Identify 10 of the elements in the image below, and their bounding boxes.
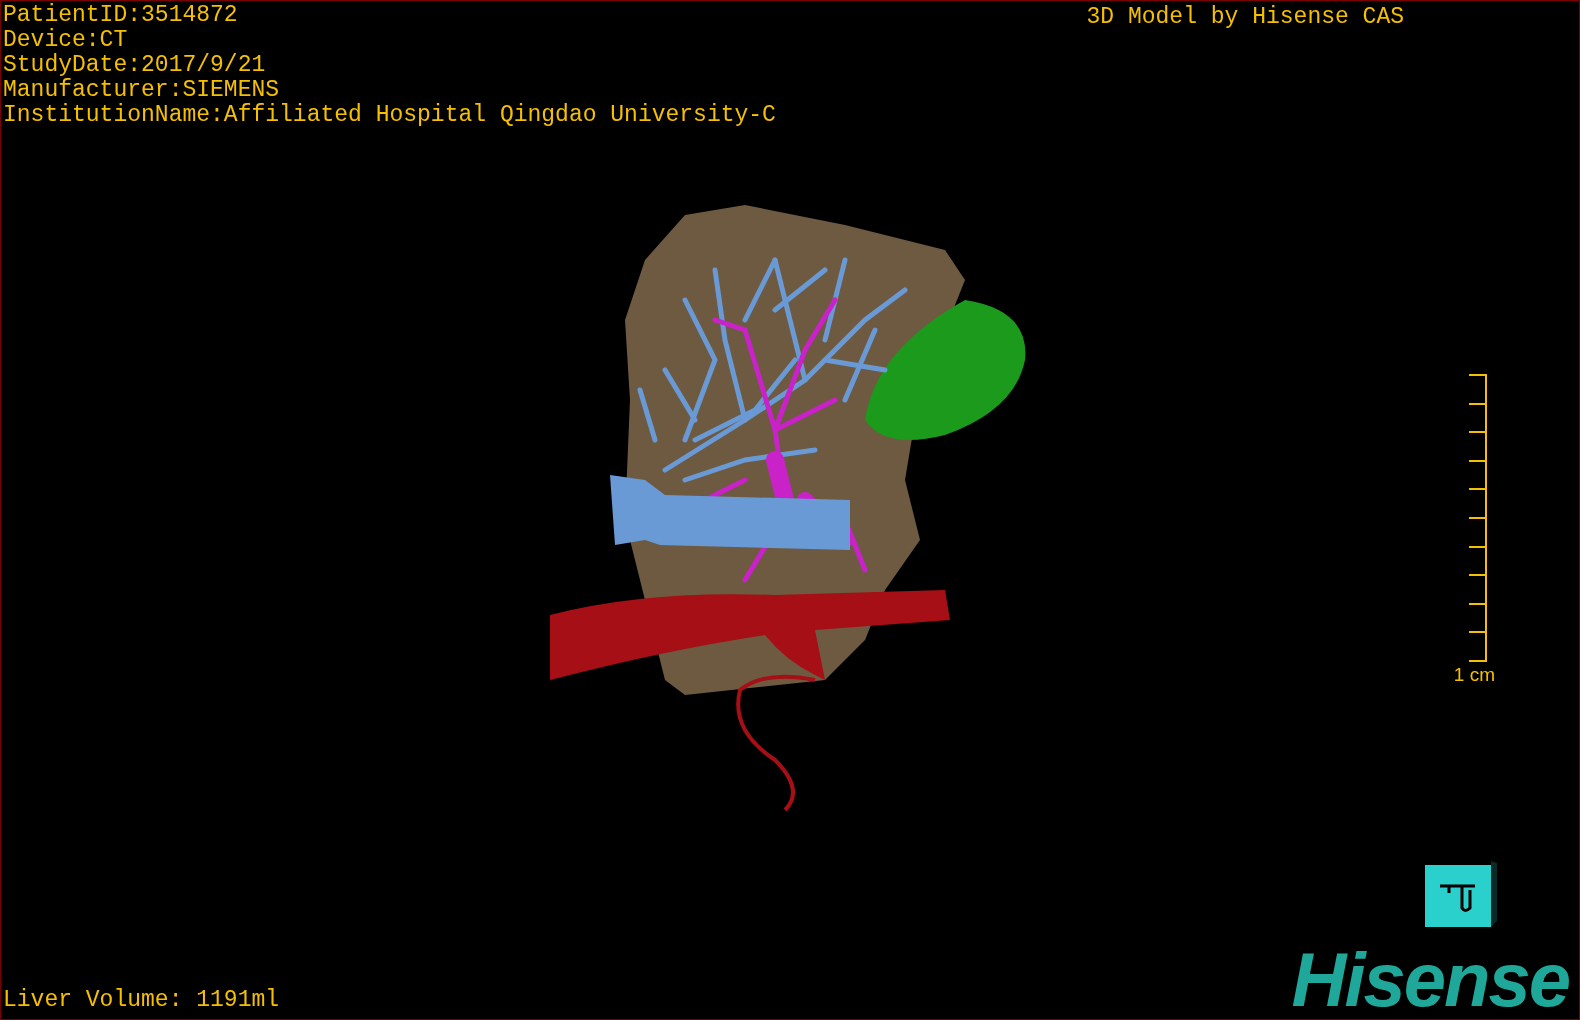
liver-volume-text: Liver Volume: 1191ml <box>3 988 280 1013</box>
model-title: 3D Model by Hisense CAS <box>1086 3 1404 32</box>
patient-info-text: PatientID:3514872 <box>3 3 239 28</box>
patient-info-text: Manufacturer:SIEMENS <box>3 78 281 103</box>
orientation-cube-icon[interactable] <box>1425 861 1497 927</box>
brand-logo: Hisense <box>1291 947 1570 1013</box>
patient-info-text: StudyDate:2017/9/21 <box>3 53 267 78</box>
scale-label: 1 cm <box>1453 664 1495 686</box>
patient-info-text: InstitutionName:Affiliated Hospital Qingdao University-C <box>3 103 776 128</box>
patient-info-text: Device:CT <box>3 28 129 53</box>
